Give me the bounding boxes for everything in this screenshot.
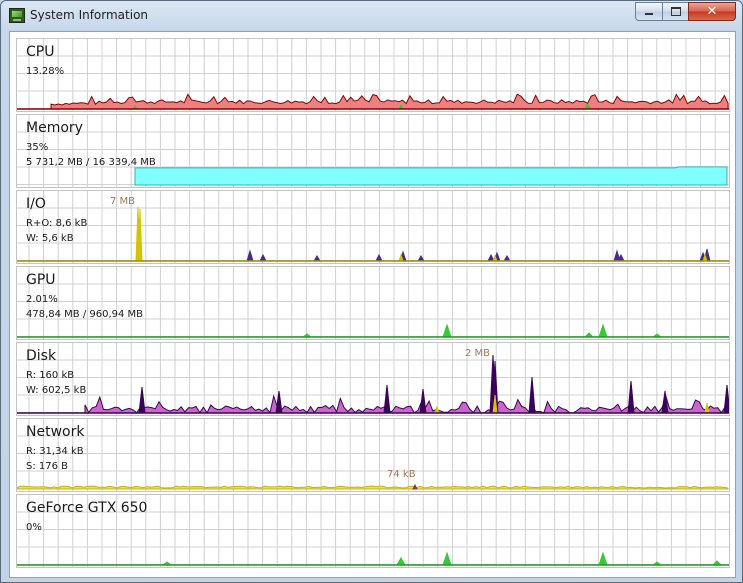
cpu-panel[interactable]: CPU 13.28%	[16, 38, 730, 112]
network-peak-label: 74 kB	[387, 469, 416, 480]
disk-read-value: R: 160 kB	[26, 370, 75, 381]
disk-activity-spike	[383, 384, 391, 414]
gpu-device-title: GeForce GTX 650	[26, 500, 148, 516]
cpu-usage-area	[50, 93, 729, 110]
io-title: I/O	[26, 196, 46, 212]
io-write-value: W: 5,6 kB	[26, 233, 74, 244]
network-receive-area	[17, 485, 728, 490]
graphs-area: CPU 13.28% Memory 35% 5 731,2 MB / 16 33…	[9, 31, 736, 578]
disk-read-spike	[434, 405, 440, 414]
memory-title: Memory	[26, 120, 83, 136]
close-button[interactable]: ✕	[688, 2, 736, 21]
memory-usage-area	[134, 166, 728, 186]
memory-graph	[17, 115, 729, 187]
gpu-graph	[17, 267, 729, 339]
close-icon: ✕	[706, 4, 718, 19]
gpu-device-usage-spike	[442, 551, 452, 566]
gpu-usage-value: 2.01%	[26, 294, 58, 305]
disk-panel[interactable]: Disk R: 160 kB W: 602,5 kB 2 MB	[16, 342, 730, 416]
gpu-usage-spike	[442, 323, 452, 338]
gpu-device-panel[interactable]: GeForce GTX 650 0%	[16, 494, 730, 568]
window-title: System Information	[30, 8, 149, 22]
disk-title: Disk	[26, 348, 57, 364]
disk-write-value: W: 602,5 kB	[26, 385, 87, 396]
memory-usage-percent: 35%	[26, 142, 49, 153]
disk-activity-spike	[419, 388, 427, 414]
minimize-button[interactable]	[635, 2, 663, 21]
disk-graph	[17, 343, 729, 415]
graph-gridlines	[17, 267, 729, 339]
io-write-spike	[259, 253, 267, 262]
network-title: Network	[26, 424, 85, 440]
gpu-memory-value: 478,84 MB / 960,94 MB	[26, 309, 144, 320]
io-panel[interactable]: I/O R+O: 8,6 kB W: 5,6 kB 7 MB	[16, 190, 730, 264]
system-monitor-icon	[9, 8, 25, 23]
network-receive-value: R: 31,34 kB	[26, 446, 84, 457]
disk-peak-label: 2 MB	[465, 348, 491, 359]
disk-activity-spike	[138, 386, 146, 414]
gpu-device-usage-spike	[396, 556, 406, 566]
network-panel[interactable]: Network R: 31,34 kB S: 176 B 74 kB	[16, 418, 730, 492]
cpu-title: CPU	[26, 44, 55, 60]
disk-activity-spike	[723, 384, 729, 414]
network-graph	[17, 419, 729, 491]
cpu-usage-value: 13.28%	[26, 66, 65, 77]
gpu-title: GPU	[26, 272, 56, 288]
title-bar[interactable]: System Information ✕	[1, 1, 742, 31]
io-read-other-value: R+O: 8,6 kB	[26, 218, 88, 229]
gpu-device-usage-value: 0%	[26, 522, 42, 533]
io-write-spike	[375, 253, 383, 262]
minimize-icon	[645, 13, 653, 15]
network-send-spike	[412, 483, 418, 490]
disk-activity-spike	[627, 380, 635, 414]
cpu-graph	[17, 39, 729, 111]
network-send-value: S: 176 B	[26, 461, 69, 472]
disk-read-spike	[704, 402, 710, 414]
gpu-usage-spike	[598, 323, 608, 338]
graph-gridlines	[17, 419, 729, 491]
gpu-panel[interactable]: GPU 2.01% 478,84 MB / 960,94 MB	[16, 266, 730, 340]
memory-panel[interactable]: Memory 35% 5 731,2 MB / 16 339,4 MB	[16, 114, 730, 188]
maximize-button[interactable]	[662, 2, 689, 21]
gpu-device-usage-spike	[598, 551, 608, 566]
system-information-window: System Information ✕ CPU 13.28% Memory 3…	[0, 0, 743, 583]
maximize-icon	[670, 7, 681, 16]
memory-usage-amount: 5 731,2 MB / 16 339,4 MB	[26, 157, 156, 168]
io-peak-label: 7 MB	[110, 196, 136, 207]
graph-gridlines	[17, 343, 729, 415]
